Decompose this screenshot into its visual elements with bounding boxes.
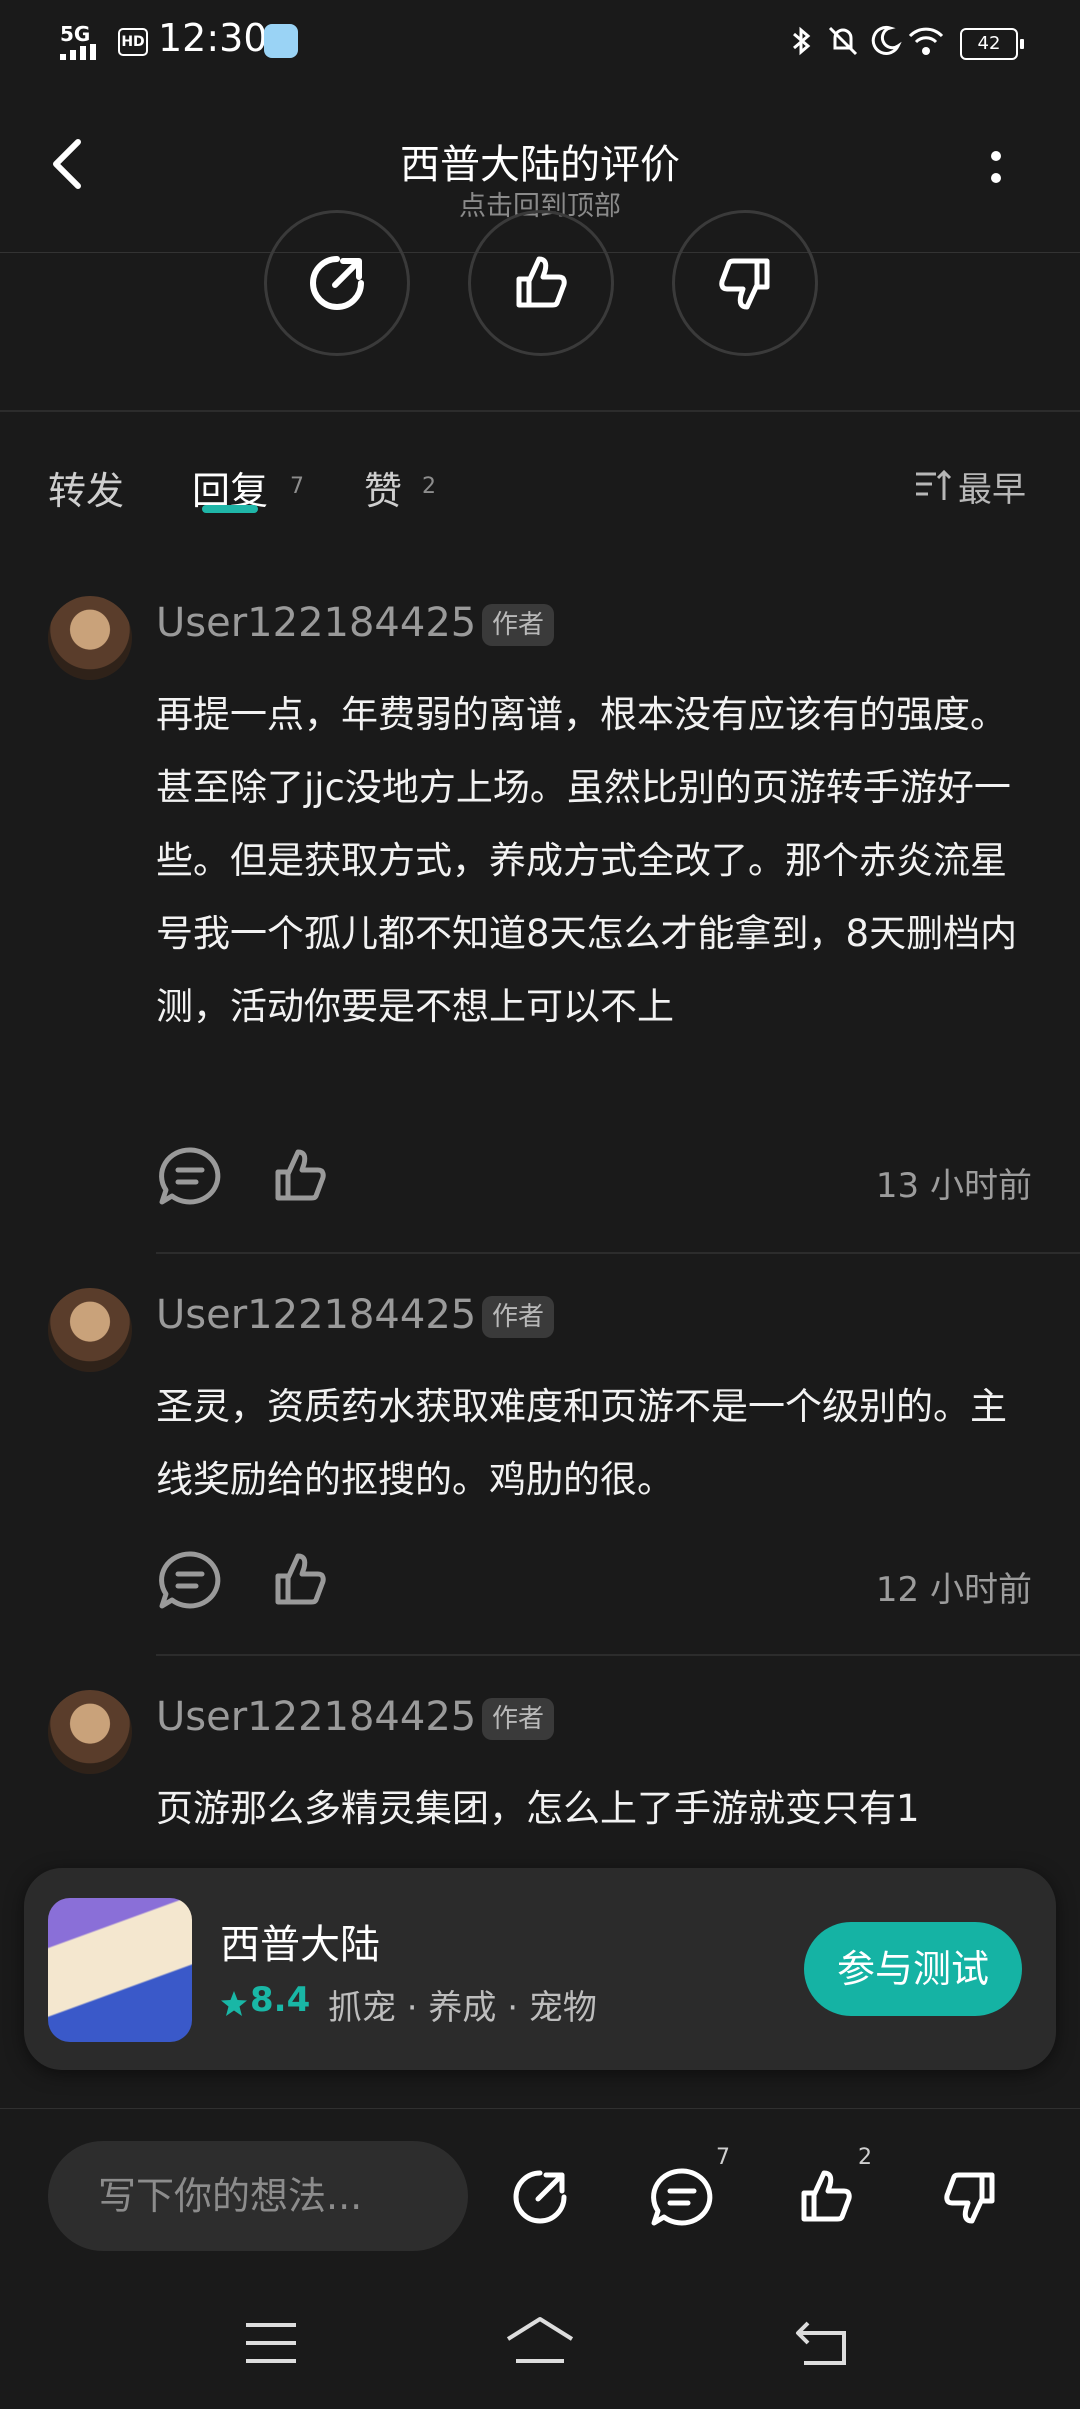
author-badge: 作者 bbox=[482, 1296, 555, 1338]
author-badge: 作者 bbox=[482, 604, 555, 646]
comment-divider bbox=[156, 1252, 1080, 1254]
username[interactable]: User122184425 bbox=[156, 1292, 476, 1338]
tab-likes-count: 2 bbox=[422, 474, 436, 499]
app-notification-icon bbox=[264, 24, 298, 58]
thumbs-up-icon[interactable] bbox=[794, 2165, 858, 2229]
comment-text[interactable]: 再提一点，年费弱的离谱，根本没有应该有的强度。甚至除了jjc没地方上场。虽然比别… bbox=[156, 678, 1036, 1043]
share-icon bbox=[310, 256, 364, 310]
comment-item: User122184425 作者 再提一点，年费弱的离谱，根本没有应该有的强度。… bbox=[0, 580, 1080, 1250]
sort-icon bbox=[916, 469, 952, 500]
sort-button[interactable]: 最早 bbox=[914, 462, 1034, 510]
reply-icon[interactable] bbox=[158, 1146, 224, 1208]
thumbs-down-icon[interactable] bbox=[938, 2165, 1002, 2229]
bottom-action-bar: 写下你的想法... 7 2 bbox=[0, 2108, 1080, 2409]
hd-icon: HD bbox=[118, 28, 148, 56]
game-rating: 8.4 bbox=[250, 1980, 311, 2020]
thumbs-up-icon bbox=[516, 256, 567, 308]
home-nav-icon[interactable] bbox=[504, 2315, 576, 2367]
moon-icon bbox=[868, 24, 902, 58]
username[interactable]: User122184425 bbox=[156, 600, 476, 646]
thumbs-down-icon bbox=[719, 258, 770, 310]
avatar[interactable] bbox=[48, 596, 132, 680]
dislike-button[interactable] bbox=[672, 210, 818, 356]
like-count: 2 bbox=[858, 2145, 872, 2170]
author-badge: 作者 bbox=[482, 1698, 555, 1740]
tab-forward[interactable]: 转发 bbox=[48, 460, 124, 515]
page-title[interactable]: 西普大陆的评价 bbox=[0, 132, 1080, 190]
tab-replies-count: 7 bbox=[290, 474, 304, 499]
more-options-icon[interactable] bbox=[986, 148, 1006, 188]
signal-icon bbox=[60, 44, 106, 60]
bluetooth-icon bbox=[790, 24, 814, 58]
avatar[interactable] bbox=[48, 1288, 132, 1372]
reply-count: 7 bbox=[716, 2145, 730, 2170]
comment-text[interactable]: 页游那么多精灵集团，怎么上了手游就变只有1 bbox=[156, 1772, 1036, 1845]
timestamp: 13 小时前 bbox=[875, 1166, 1032, 1206]
thumbs-up-icon[interactable] bbox=[268, 1548, 332, 1612]
tab-likes[interactable]: 赞 bbox=[364, 460, 402, 515]
comment-item: User122184425 作者 页游那么多精灵集团，怎么上了手游就变只有1 bbox=[0, 1676, 1080, 1866]
game-promo-card[interactable]: 西普大陆 8.4 抓宠 · 养成 · 宠物 参与测试 bbox=[24, 1868, 1056, 2070]
avatar[interactable] bbox=[48, 1690, 132, 1774]
active-tab-indicator bbox=[202, 505, 258, 513]
join-test-button[interactable]: 参与测试 bbox=[804, 1922, 1022, 2016]
star-icon bbox=[220, 1990, 248, 2018]
sort-label: 最早 bbox=[958, 470, 1026, 510]
username[interactable]: User122184425 bbox=[156, 1694, 476, 1740]
network-indicator: 5G bbox=[60, 22, 91, 46]
reply-icon[interactable] bbox=[158, 1550, 224, 1612]
mute-bell-icon bbox=[826, 24, 860, 58]
clock: 12:30 bbox=[158, 16, 268, 60]
comment-input[interactable]: 写下你的想法... bbox=[48, 2141, 468, 2251]
comment-item: User122184425 作者 圣灵，资质药水获取难度和页游不是一个级别的。主… bbox=[0, 1274, 1080, 1654]
menu-nav-icon[interactable] bbox=[244, 2321, 298, 2365]
timestamp: 12 小时前 bbox=[875, 1570, 1032, 1610]
section-divider bbox=[0, 410, 1080, 412]
status-bar: 5G HD 12:30 42 bbox=[0, 0, 1080, 80]
battery-indicator: 42 bbox=[960, 28, 1024, 60]
reply-icon[interactable] bbox=[650, 2167, 716, 2229]
like-button[interactable] bbox=[468, 210, 614, 356]
comment-divider bbox=[156, 1654, 1080, 1656]
wifi-icon bbox=[906, 24, 946, 58]
comment-text[interactable]: 圣灵，资质药水获取难度和页游不是一个级别的。主线奖励给的抠搜的。鸡肋的很。 bbox=[156, 1370, 1036, 1516]
game-tags: 抓宠 · 养成 · 宠物 bbox=[328, 1988, 597, 2028]
thumbs-up-icon[interactable] bbox=[268, 1144, 332, 1208]
back-nav-icon[interactable] bbox=[794, 2319, 850, 2367]
game-icon bbox=[48, 1898, 192, 2042]
share-button[interactable] bbox=[264, 210, 410, 356]
share-icon[interactable] bbox=[508, 2165, 572, 2229]
game-name: 西普大陆 bbox=[220, 1922, 380, 1968]
